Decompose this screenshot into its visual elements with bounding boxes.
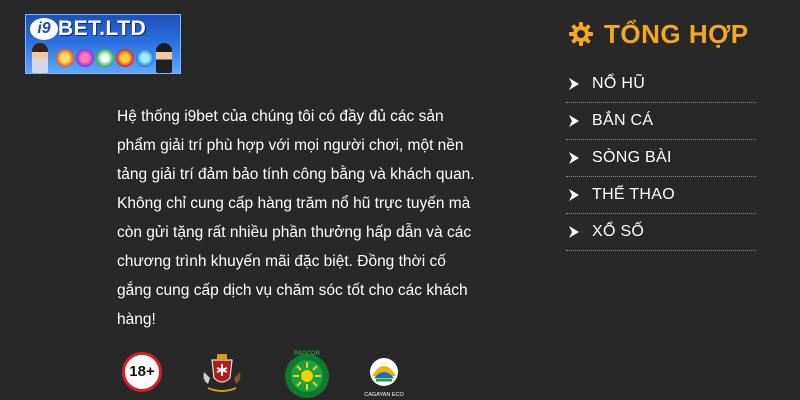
chevron-right-icon [569, 78, 579, 90]
license-badges: 18+ PAGCOR CAGAYAN ECO [118, 348, 418, 400]
chevron-right-icon [569, 189, 579, 201]
cagayan-logo-icon: CAGAYAN ECO [364, 358, 404, 398]
logo-game-icon [76, 49, 94, 67]
logo-model-left [32, 43, 48, 73]
sidebar-item-ban-ca[interactable]: BẮN CÁ [566, 103, 756, 140]
pagcor-label: PAGCOR [294, 351, 321, 357]
logo-model-right [156, 43, 172, 73]
logo-game-icon [96, 49, 114, 67]
sidebar-item-label: BẮN CÁ [592, 112, 654, 129]
logo-text: BET.LTD [58, 17, 147, 40]
cagayan-label: CAGAYAN ECO [364, 392, 404, 398]
sidebar-heading: TỔNG HỢP [568, 16, 749, 52]
logo-game-icon [116, 49, 134, 67]
chevron-right-icon [569, 152, 579, 164]
isle-of-man-crest-icon [203, 354, 241, 392]
sidebar-item-the-thao[interactable]: THỂ THAO [566, 177, 756, 214]
sidebar-item-label: THỂ THAO [592, 186, 676, 203]
logo-game-icon [136, 49, 154, 67]
chevron-right-icon [569, 115, 579, 127]
logo-badge: i9 [30, 18, 58, 40]
sidebar-item-label: SÒNG BÀI [592, 149, 672, 166]
sidebar-menu: NỔ HŨ BẮN CÁ SÒNG BÀI THỂ THAO XỔ SỐ [566, 66, 756, 251]
sidebar-item-no-hu[interactable]: NỔ HŨ [566, 66, 756, 103]
sidebar-title: TỔNG HỢP [604, 18, 749, 49]
chevron-right-icon [569, 226, 579, 238]
logo-game-icon [56, 49, 74, 67]
sidebar-item-label: NỔ HŨ [592, 75, 646, 92]
pagcor-logo-icon: PAGCOR [285, 351, 329, 398]
sidebar-item-label: XỔ SỐ [592, 223, 645, 240]
i9bet-logo[interactable]: i9 BET.LTD [25, 14, 181, 74]
gear-icon [569, 22, 593, 46]
sidebar-item-xo-so[interactable]: XỔ SỐ [566, 214, 756, 251]
about-description: Hệ thống i9bet của chúng tôi có đầy đủ c… [117, 108, 475, 328]
sidebar-item-song-bai[interactable]: SÒNG BÀI [566, 140, 756, 177]
age-restriction-badge: 18+ [122, 352, 162, 392]
footer-section: i9 BET.LTD Hệ thống i9bet của chúng tôi … [0, 0, 800, 400]
